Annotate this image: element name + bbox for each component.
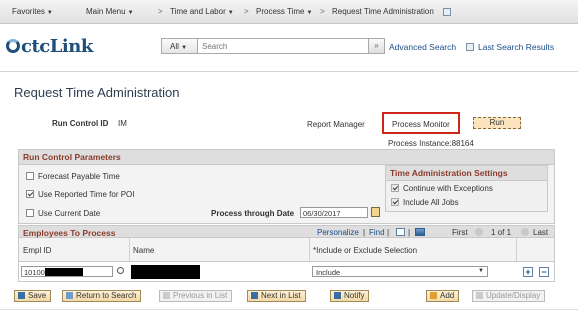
forecast-label: Forecast Payable Time (38, 172, 120, 181)
view-all-icon[interactable] (396, 228, 405, 236)
last-search-results-link[interactable]: Last Search Results (478, 42, 554, 52)
add-icon (430, 292, 437, 299)
include-exclude-select[interactable]: Include ▼ (312, 266, 488, 277)
use-reported-label: Use Reported Time for POI (38, 190, 135, 199)
forecast-payable-time[interactable]: Forecast Payable Time (26, 172, 120, 181)
col-include-exclude[interactable]: *Include or Exclude Selection (313, 246, 417, 255)
update-display-button: Update/Display (472, 290, 546, 302)
notify-button[interactable]: Notify (330, 290, 370, 302)
redaction-bar (44, 268, 83, 276)
breadcrumb-separator: > (244, 7, 249, 16)
use-current-date-checkbox[interactable] (26, 209, 34, 217)
empl-id-input[interactable]: 10100 (21, 266, 113, 277)
pager-text: 1 of 1 (491, 228, 512, 237)
continue-with-exceptions: Continue with Exceptions (391, 184, 493, 193)
previous-row-icon (475, 228, 483, 236)
chevron-down-icon: ▼ (478, 268, 484, 274)
grid-pipe: | (387, 228, 390, 237)
personalize-link[interactable]: Personalize (317, 228, 359, 237)
chevron-down-icon: ▼ (306, 10, 313, 16)
notify-icon (334, 292, 341, 299)
add-button[interactable]: Add (426, 290, 460, 302)
add-row-button[interactable]: + (523, 267, 533, 277)
next-in-list-button[interactable]: Next in List (247, 290, 306, 302)
next-row-icon (521, 228, 529, 236)
employees-heading: Employees To Process (23, 228, 116, 238)
employees-grid-header: Employees To Process Personalize | Find … (18, 225, 555, 238)
search-input[interactable] (200, 41, 340, 52)
previous-icon (163, 292, 170, 299)
breadcrumb-current: Request Time Administration (332, 7, 434, 16)
new-window-icon[interactable] (443, 8, 451, 16)
use-current-date-label: Use Current Date (38, 209, 101, 218)
nav-favorites[interactable]: Favorites ▼ (12, 7, 53, 16)
include-all-jobs: Include All Jobs (391, 198, 459, 207)
column-divider (129, 238, 130, 261)
lookup-search-icon[interactable] (117, 267, 124, 274)
employee-name-redacted (131, 265, 200, 279)
column-divider (516, 238, 517, 261)
nav-main-menu[interactable]: Main Menu ▼ (86, 7, 134, 16)
run-button[interactable]: Run (473, 117, 521, 129)
employees-grid-columns: Empl ID Name *Include or Exclude Selecti… (18, 238, 555, 261)
breadcrumb-separator: > (320, 7, 325, 16)
page-title: Request Time Administration (14, 85, 180, 100)
continue-exceptions-label: Continue with Exceptions (403, 184, 493, 193)
previous-in-list-button: Previous in List (159, 290, 233, 302)
col-empl-id[interactable]: Empl ID (23, 246, 51, 255)
breadcrumb-time-labor[interactable]: Time and Labor ▼ (170, 7, 234, 16)
col-name[interactable]: Name (133, 246, 154, 255)
chevron-down-icon: ▼ (227, 10, 234, 16)
process-through-date-input[interactable]: 06/30/2017 (300, 207, 368, 218)
next-icon (251, 292, 258, 299)
update-icon (476, 292, 483, 299)
time-admin-settings-heading: Time Administration Settings (386, 166, 547, 181)
chevron-down-icon: ▼ (127, 10, 134, 16)
ctclink-logo: ctcLink (6, 36, 93, 57)
use-reported-time[interactable]: Use Reported Time for POI (26, 190, 134, 199)
use-reported-checkbox[interactable] (26, 190, 34, 198)
breadcrumb-process-time[interactable]: Process Time ▼ (256, 7, 312, 16)
search-bar: All ▼ » (161, 38, 385, 54)
use-current-date[interactable]: Use Current Date (26, 209, 100, 218)
header-divider (0, 71, 578, 72)
calendar-icon[interactable] (371, 207, 380, 217)
save-button[interactable]: Save (14, 290, 52, 302)
page-toolbar: Save Return to Search Previous in List N… (14, 290, 562, 303)
run-control-parameters-heading: Run Control Parameters (19, 150, 554, 165)
process-through-label: Process through Date (211, 209, 295, 218)
column-divider (309, 238, 310, 261)
return-icon (66, 292, 73, 299)
save-icon (18, 292, 25, 299)
logo-swirl-icon (6, 39, 20, 53)
chevron-down-icon: ▼ (181, 45, 188, 51)
report-manager-link[interactable]: Report Manager (307, 120, 365, 129)
find-link[interactable]: Find (369, 228, 385, 237)
grid-pipe: | (363, 228, 366, 237)
continue-exceptions-checkbox (391, 184, 399, 192)
delete-row-button[interactable]: − (539, 267, 549, 277)
include-all-jobs-label: Include All Jobs (403, 198, 459, 207)
run-control-label: Run Control ID (52, 119, 109, 128)
top-nav-bar: Favorites ▼ Main Menu ▼ > Time and Labor ▼ … (0, 0, 578, 24)
download-grid-icon[interactable] (415, 228, 425, 236)
breadcrumb-separator: > (158, 7, 163, 16)
process-monitor-link[interactable]: Process Monitor (392, 120, 450, 129)
last-link: Last (533, 228, 549, 237)
first-link: First (452, 228, 468, 237)
chevron-down-icon: ▼ (46, 10, 53, 16)
last-search-icon (466, 43, 474, 51)
run-control-value: IM (118, 119, 127, 128)
include-all-jobs-checkbox (391, 198, 399, 206)
grid-pipe: | (408, 228, 411, 237)
search-go-button[interactable]: » (368, 39, 384, 53)
process-instance: Process Instance:88164 (388, 139, 474, 148)
forecast-checkbox[interactable] (26, 172, 34, 180)
return-to-search-button[interactable]: Return to Search (62, 290, 142, 302)
search-scope-select[interactable]: All ▼ (162, 39, 198, 53)
advanced-search-link[interactable]: Advanced Search (389, 42, 456, 52)
bottom-divider (0, 309, 578, 310)
